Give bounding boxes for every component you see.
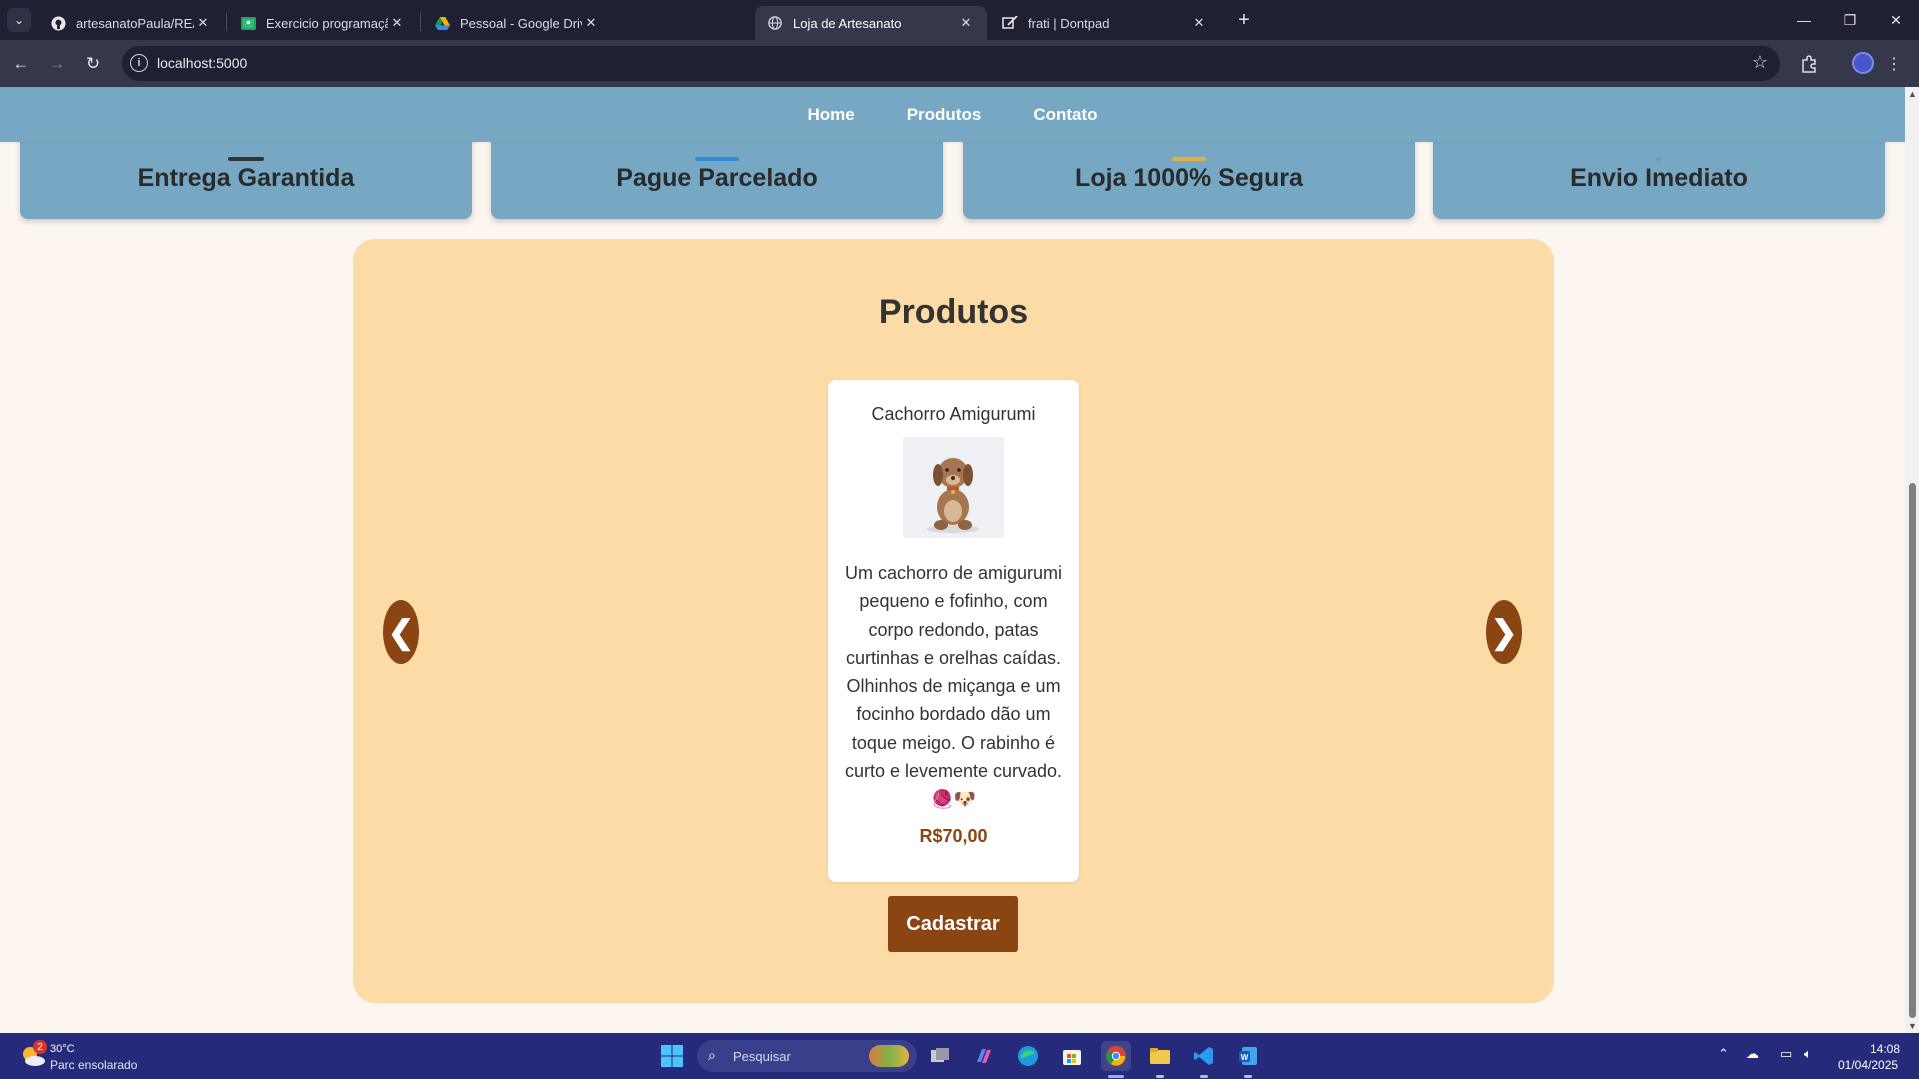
clock-time[interactable]: 14:08	[1870, 1042, 1900, 1056]
explorer-running-indicator	[1156, 1075, 1164, 1078]
windows-start-icon[interactable]	[657, 1041, 687, 1071]
carousel-next-button[interactable]: ❯	[1486, 600, 1522, 664]
scroll-down-icon[interactable]: ▼	[1908, 1021, 1917, 1031]
copilot-icon[interactable]	[969, 1041, 999, 1071]
word-running-indicator	[1244, 1075, 1252, 1078]
lock-icon	[1172, 157, 1206, 161]
product-price: R$70,00	[919, 826, 988, 846]
new-tab-button[interactable]: +	[1232, 8, 1256, 32]
chrome-icon[interactable]	[1101, 1041, 1131, 1071]
box-icon	[1656, 157, 1662, 161]
tab-title: Exercicio programação Back End	[266, 15, 388, 31]
product-name: Cachorro Amigurumi	[871, 404, 1036, 424]
onedrive-icon[interactable]: ☁	[1746, 1046, 1759, 1062]
extensions-icon[interactable]	[1795, 50, 1823, 78]
volume-icon[interactable]: 🔈︎	[1804, 1046, 1812, 1062]
address-bar[interactable]: i localhost:5000 ☆	[122, 46, 1780, 81]
windows-taskbar: 2 30°C Parc ensolarado ⌕ Pesquisar W ⌃ ☁…	[0, 1033, 1919, 1079]
vscode-icon[interactable]	[1189, 1041, 1219, 1071]
vscode-running-indicator	[1200, 1075, 1208, 1078]
page-viewport: Entrega Garantida Pague Parcelado Loja 1…	[0, 87, 1905, 1033]
nav-products-link[interactable]: Produtos	[907, 105, 982, 125]
tab-title: frati | Dontpad	[1028, 15, 1110, 31]
product-image	[903, 437, 1004, 538]
product-description: Um cachorro de amigurumi pequeno e fofin…	[844, 563, 1063, 810]
tab-divider	[420, 13, 421, 31]
carousel-prev-button[interactable]: ❮	[383, 600, 419, 664]
taskbar-search-placeholder: Pesquisar	[733, 1049, 791, 1064]
feature-label: Loja 1000% Segura	[1075, 164, 1303, 192]
classroom-icon	[240, 15, 256, 31]
card-icon	[695, 157, 739, 161]
forward-icon[interactable]: →	[43, 50, 71, 78]
browser-tab[interactable]: Exercicio programação Back End ✕	[228, 6, 418, 40]
store-icon[interactable]	[1057, 1041, 1087, 1071]
browser-toolbar: ← → ↻ i localhost:5000 ☆ ⋮	[0, 40, 1919, 87]
tray-chevron-up-icon[interactable]: ⌃	[1718, 1046, 1729, 1062]
feature-label: Envio Imediato	[1570, 164, 1748, 192]
bookmark-star-icon[interactable]: ☆	[1752, 52, 1768, 73]
profile-avatar[interactable]	[1852, 52, 1874, 74]
browser-tab-active[interactable]: Loja de Artesanato ✕	[755, 6, 987, 40]
network-icon[interactable]: ▭	[1780, 1046, 1792, 1062]
feature-label: Pague Parcelado	[616, 164, 818, 192]
tab-close-icon[interactable]: ✕	[957, 14, 975, 32]
close-window-icon[interactable]: ✕	[1873, 0, 1919, 40]
weather-badge: 2	[33, 1040, 47, 1054]
page-scrollbar[interactable]: ▲ ▼	[1905, 87, 1919, 1033]
dontpad-icon	[1002, 15, 1018, 31]
feature-label: Entrega Garantida	[137, 164, 355, 192]
tab-close-icon[interactable]: ✕	[1190, 14, 1208, 32]
taskbar-search[interactable]: ⌕ Pesquisar	[697, 1040, 917, 1072]
tab-search-menu-icon[interactable]: ⌄	[7, 8, 31, 32]
weather-temperature[interactable]: 30°C	[50, 1043, 75, 1055]
site-navbar: Home Produtos Contato	[0, 87, 1905, 142]
globe-icon	[767, 15, 783, 31]
weather-description[interactable]: Parc ensolarado	[50, 1058, 137, 1072]
word-icon[interactable]: W	[1233, 1041, 1263, 1071]
drive-icon	[434, 15, 450, 31]
product-card: Cachorro Amigurumi Um cachorro de amigur…	[828, 380, 1079, 882]
reload-icon[interactable]: ↻	[79, 50, 107, 78]
browser-tab-bar: ⌄ artesanatoPaula/README.md at ✕ Exercic…	[0, 0, 1919, 40]
back-icon[interactable]: ←	[7, 50, 35, 78]
github-icon	[50, 15, 66, 31]
search-icon: ⌕	[708, 1047, 716, 1063]
site-info-icon[interactable]: i	[130, 54, 148, 72]
svg-text:W: W	[1241, 1053, 1249, 1062]
tab-divider	[226, 13, 227, 31]
more-menu-icon[interactable]: ⋮	[1880, 50, 1908, 78]
tab-close-icon[interactable]: ✕	[582, 14, 600, 32]
minimize-icon[interactable]: —	[1781, 0, 1827, 40]
browser-tab[interactable]: Pessoal - Google Drive ✕	[422, 6, 612, 40]
search-highlight-icon	[869, 1045, 909, 1067]
tab-title: artesanatoPaula/README.md at	[76, 15, 194, 31]
task-view-icon[interactable]	[925, 1041, 955, 1071]
restore-icon[interactable]: ❐	[1827, 0, 1873, 40]
tab-title: Pessoal - Google Drive	[460, 15, 582, 31]
address-url[interactable]: localhost:5000	[157, 55, 247, 71]
clock-date[interactable]: 01/04/2025	[1838, 1058, 1898, 1072]
register-button[interactable]: Cadastrar	[888, 896, 1018, 952]
nav-contact-link[interactable]: Contato	[1033, 105, 1097, 125]
nav-home-link[interactable]: Home	[807, 105, 854, 125]
products-heading: Produtos	[878, 293, 1029, 331]
scroll-up-icon[interactable]: ▲	[1908, 89, 1917, 99]
file-explorer-icon[interactable]	[1145, 1041, 1175, 1071]
tab-close-icon[interactable]: ✕	[194, 14, 212, 32]
tab-title: Loja de Artesanato	[793, 15, 902, 31]
tab-close-icon[interactable]: ✕	[388, 14, 406, 32]
products-section: Produtos ❮ ❯ Cachorro Amigurumi Um cacho…	[353, 239, 1554, 1003]
truck-icon	[228, 157, 264, 161]
edge-icon[interactable]	[1013, 1041, 1043, 1071]
chrome-active-indicator	[1108, 1075, 1124, 1078]
browser-tab[interactable]: frati | Dontpad ✕	[990, 6, 1220, 40]
scrollbar-thumb[interactable]	[1909, 483, 1916, 1018]
browser-tab[interactable]: artesanatoPaula/README.md at ✕	[38, 6, 224, 40]
